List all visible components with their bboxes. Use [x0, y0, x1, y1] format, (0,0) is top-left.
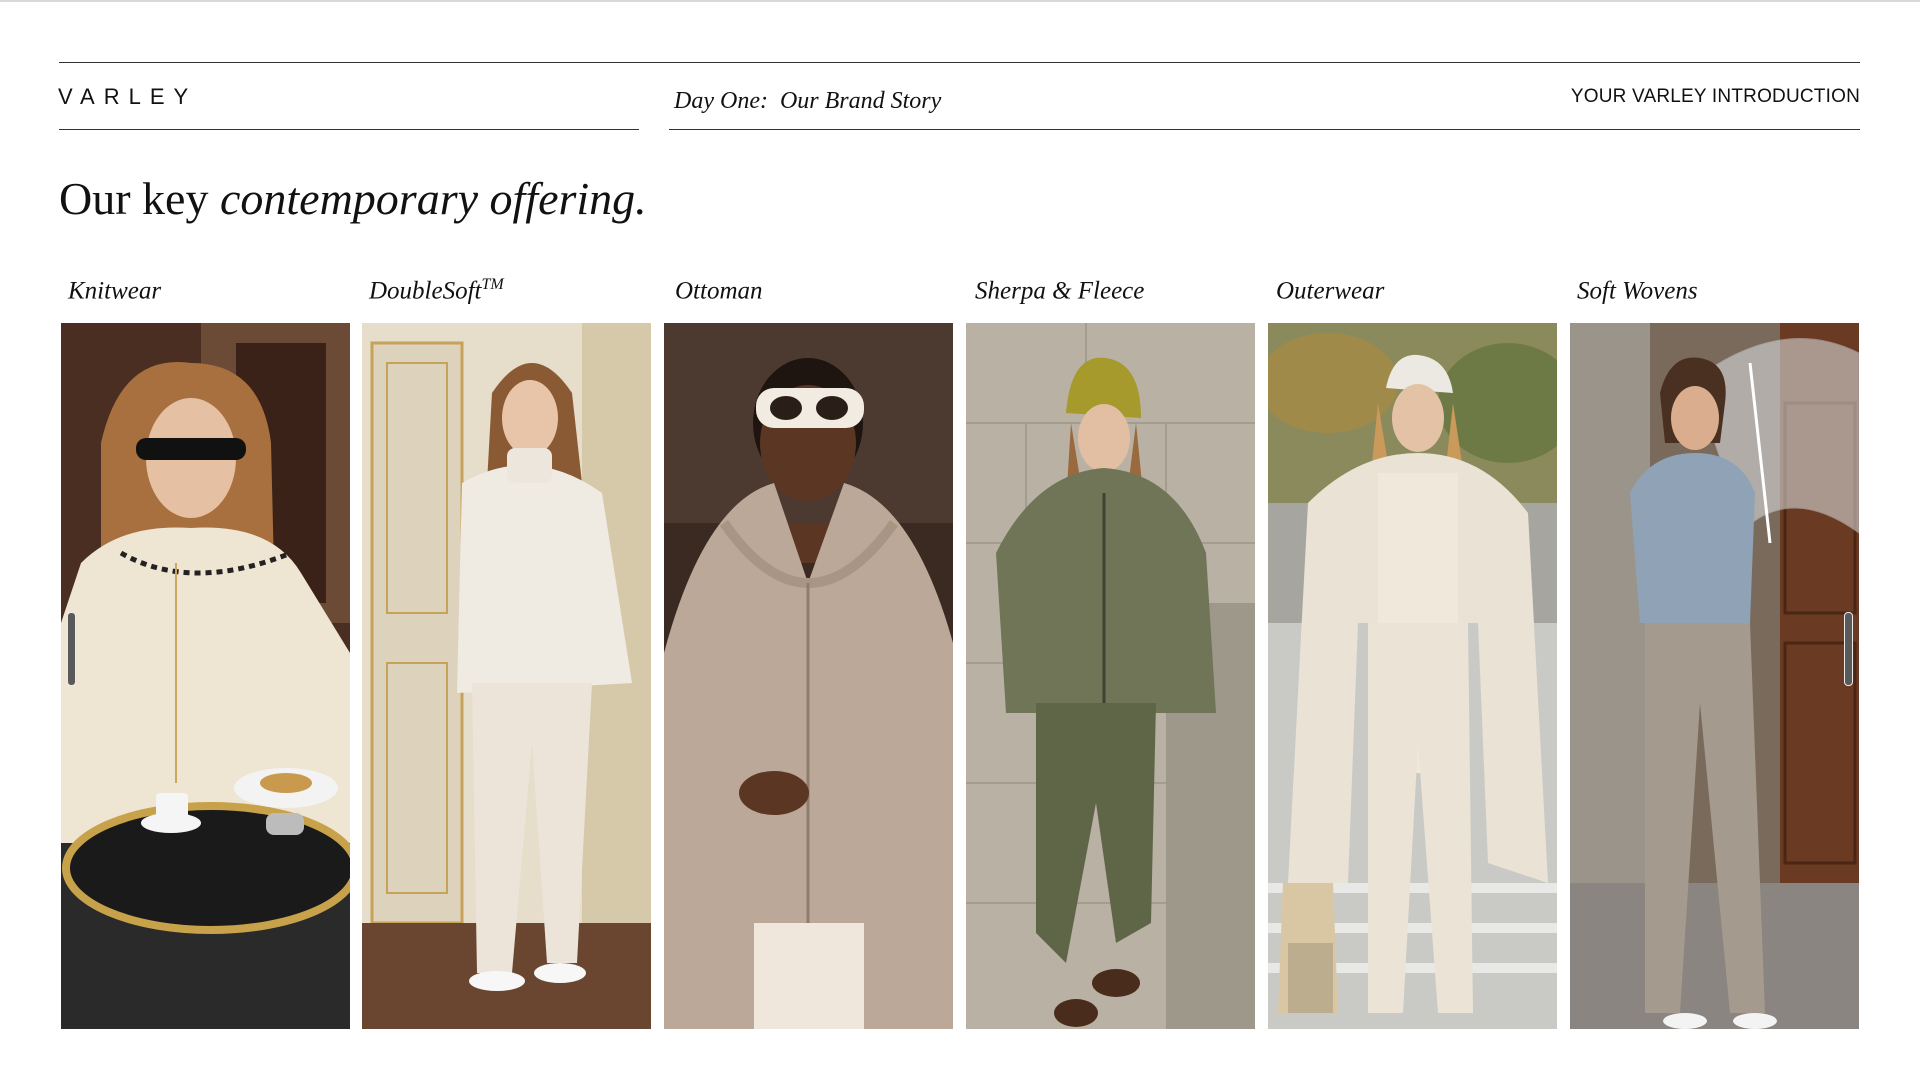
headline-plain: Our key [59, 173, 220, 224]
header-rule-top [59, 62, 1860, 63]
soft-wovens-photo [1570, 323, 1859, 1029]
category-label-outerwear: Outerwear [1276, 277, 1385, 305]
top-border [0, 0, 1920, 2]
category-label-ottoman: Ottoman [675, 277, 763, 305]
outerwear-photo [1268, 323, 1557, 1029]
knitwear-photo [61, 323, 350, 1029]
header-rule-left [59, 129, 639, 130]
ottoman-photo [664, 323, 953, 1029]
right-scroll-handle[interactable] [1844, 612, 1853, 686]
sherpa-fleece-photo [966, 323, 1255, 1029]
left-scroll-handle[interactable] [67, 612, 76, 686]
category-label-doublesoft: DoubleSoftTM [369, 276, 504, 305]
page-headline: Our key contemporary offering. [59, 172, 647, 225]
header-rule-right [669, 129, 1860, 130]
section-title: Day One: Our Brand Story [674, 88, 942, 114]
category-label-knitwear: Knitwear [68, 277, 162, 305]
deck-title: YOUR VARLEY INTRODUCTION [1570, 86, 1860, 107]
doublesoft-photo [362, 323, 651, 1029]
brand-logo: VARLEY [58, 84, 198, 109]
category-label-sherpa-fleece: Sherpa & Fleece [975, 277, 1145, 305]
category-label-soft-wovens: Soft Wovens [1577, 277, 1698, 305]
headline-italic: contemporary offering. [219, 173, 647, 224]
